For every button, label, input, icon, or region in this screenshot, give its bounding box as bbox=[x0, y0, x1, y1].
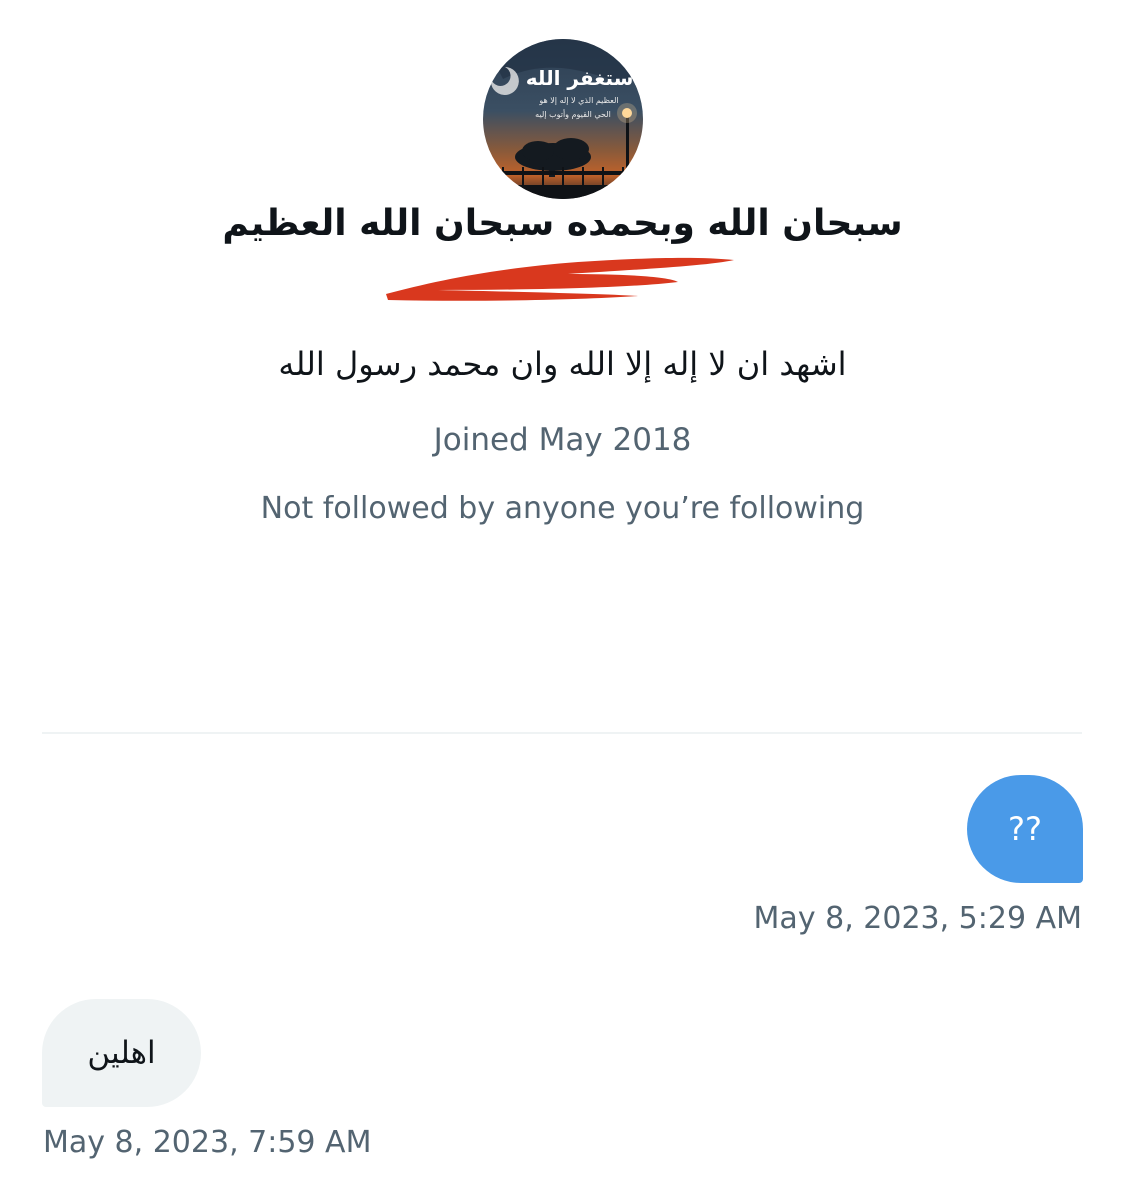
avatar-image: أستغفر الله العظيم الذي لا إله إلا هو ال… bbox=[483, 39, 643, 199]
message-bubble-received[interactable]: اهلين bbox=[42, 999, 201, 1107]
joined-date: Joined May 2018 bbox=[433, 422, 692, 458]
message-timestamp-sent: May 8, 2023, 5:29 AM bbox=[753, 901, 1082, 936]
profile-display-name[interactable]: سبحان الله وبحمده سبحان الله العظيم bbox=[0, 198, 1125, 250]
message-timestamp-received: May 8, 2023, 7:59 AM bbox=[43, 1125, 372, 1160]
section-divider bbox=[42, 732, 1082, 734]
profile-avatar[interactable]: أستغفر الله العظيم الذي لا إله إلا هو ال… bbox=[483, 39, 643, 199]
avatar-subtitle-line1: العظيم الذي لا إله إلا هو bbox=[538, 96, 618, 106]
message-text: ?? bbox=[1008, 810, 1042, 848]
handle-redaction-mark bbox=[386, 257, 734, 301]
message-text: اهلين bbox=[87, 1035, 156, 1071]
avatar-subtitle-line2: الحي القيوم وأتوب إليه bbox=[535, 109, 611, 120]
profile-header: أستغفر الله العظيم الذي لا إله إلا هو ال… bbox=[0, 0, 1125, 560]
profile-bio: اشهد ان لا إله إلا الله وان محمد رسول ال… bbox=[278, 345, 847, 383]
message-bubble-sent[interactable]: ?? bbox=[967, 775, 1083, 883]
avatar-title-text: أستغفر الله bbox=[526, 64, 640, 90]
followers-you-know-note[interactable]: Not followed by anyone you’re following bbox=[0, 488, 1125, 530]
